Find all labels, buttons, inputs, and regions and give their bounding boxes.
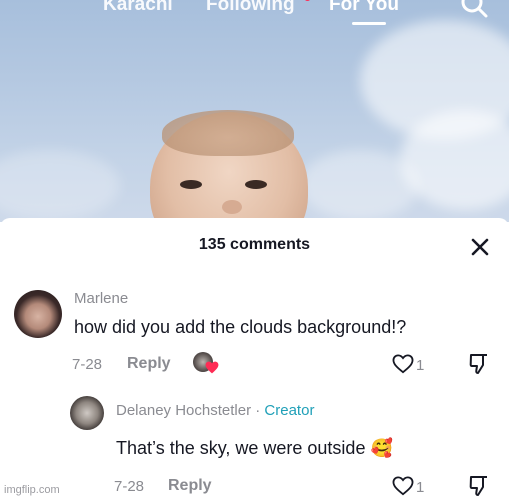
comment-username[interactable]: Marlene <box>74 290 128 307</box>
comment-date: 7-28 <box>72 356 103 373</box>
like-count: 1 <box>416 479 425 496</box>
watermark: imgflip.com <box>4 484 60 496</box>
avatar[interactable] <box>14 290 62 338</box>
baby-nose <box>222 200 242 214</box>
username-separator: · <box>255 402 261 419</box>
baby-eye-right <box>245 180 267 189</box>
comment-username[interactable]: Delaney Hochstetler · Creator <box>116 402 314 419</box>
creator-liked-icon <box>193 352 221 376</box>
video-background[interactable]: Karachi Following For You <box>0 0 509 222</box>
comment-text: That’s the sky, we were outside 🥰 <box>116 438 393 458</box>
comment-date: 7-28 <box>114 478 145 495</box>
heart-icon <box>205 361 219 374</box>
baby-eye-left <box>180 180 202 189</box>
notification-dot <box>304 0 311 1</box>
comment-text: how did you add the clouds background!? <box>74 317 407 337</box>
reply-button[interactable]: Reply <box>127 355 171 373</box>
like-count: 1 <box>416 357 425 374</box>
search-icon[interactable] <box>458 0 490 20</box>
dislike-icon[interactable] <box>469 353 489 375</box>
close-icon[interactable] <box>470 237 490 257</box>
reply-username[interactable]: Delaney Hochstetler <box>116 402 251 419</box>
tab-following[interactable]: Following <box>206 0 295 16</box>
reply-button[interactable]: Reply <box>168 477 212 495</box>
like-heart-icon[interactable] <box>392 354 414 374</box>
tab-karachi[interactable]: Karachi <box>103 0 173 16</box>
comments-count-title: 135 comments <box>198 236 311 253</box>
tab-for-you[interactable]: For You <box>329 0 399 16</box>
like-heart-icon[interactable] <box>392 476 414 496</box>
cloud <box>0 150 120 220</box>
top-nav: Karachi Following For You <box>0 0 509 28</box>
comments-sheet: 135 comments Marlene how did you add the… <box>0 218 509 500</box>
dislike-icon[interactable] <box>469 475 489 497</box>
active-tab-indicator <box>352 22 386 25</box>
baby-hair <box>162 110 294 156</box>
avatar[interactable] <box>70 396 104 430</box>
cloud <box>300 150 420 220</box>
creator-badge: Creator <box>264 402 315 419</box>
